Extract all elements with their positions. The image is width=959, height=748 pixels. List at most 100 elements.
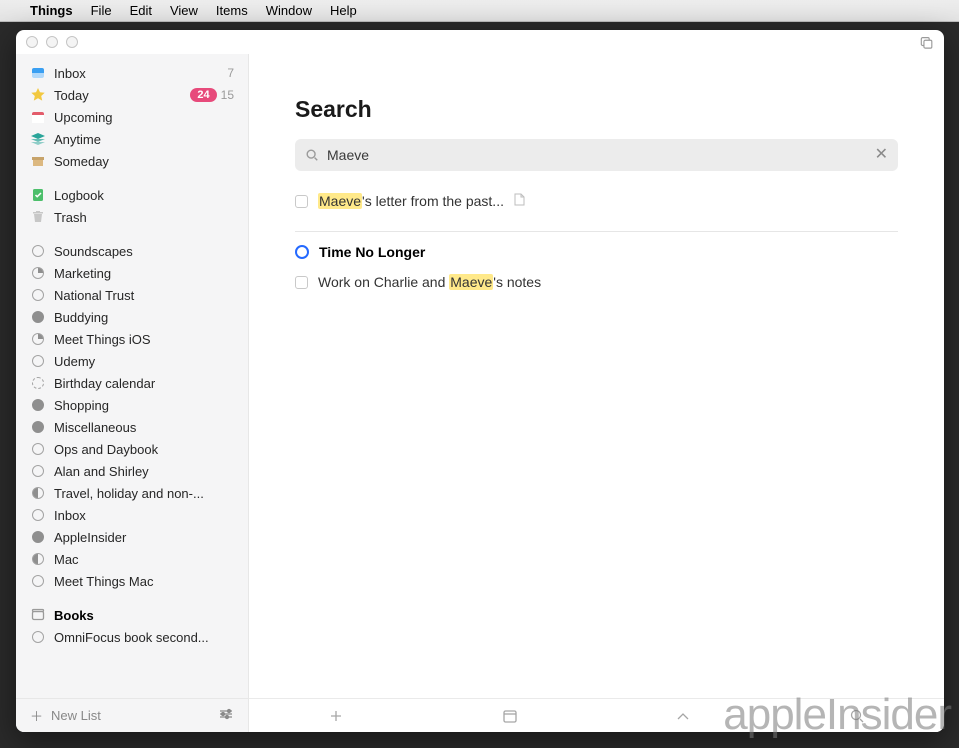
- sidebar-label: Inbox: [54, 508, 234, 523]
- menu-view[interactable]: View: [170, 3, 198, 18]
- new-todo-icon[interactable]: [328, 708, 344, 724]
- sidebar-item-project[interactable]: National Trust: [16, 284, 248, 306]
- sidebar-item-project[interactable]: Marketing: [16, 262, 248, 284]
- menu-window[interactable]: Window: [266, 3, 312, 18]
- settings-icon[interactable]: [218, 706, 234, 725]
- today-badge: 24: [190, 88, 216, 102]
- sidebar-label: Alan and Shirley: [54, 464, 234, 479]
- sidebar-label: Today: [54, 88, 182, 103]
- search-section-header[interactable]: Time No Longer: [295, 244, 898, 260]
- todo-checkbox[interactable]: [295, 195, 308, 208]
- sidebar-item-today[interactable]: Today 24 15: [16, 84, 248, 106]
- sidebar-item-trash[interactable]: Trash: [16, 206, 248, 228]
- project-progress-icon: [30, 529, 46, 545]
- calendar-footer-icon[interactable]: [502, 708, 518, 724]
- sidebar-label: AppleInsider: [54, 530, 234, 545]
- project-progress-icon: [30, 419, 46, 435]
- sidebar-label: Buddying: [54, 310, 234, 325]
- clear-search-icon[interactable]: ✕: [875, 147, 888, 163]
- sidebar-item-project[interactable]: Travel, holiday and non-...: [16, 482, 248, 504]
- titlebar: [16, 30, 944, 54]
- menubar[interactable]: Things File Edit View Items Window Help: [0, 0, 959, 22]
- project-progress-icon: [30, 463, 46, 479]
- menu-help[interactable]: Help: [330, 3, 357, 18]
- sidebar-item-project[interactable]: Miscellaneous: [16, 416, 248, 438]
- search-icon: [305, 148, 319, 162]
- project-circle-icon: [295, 245, 309, 259]
- sidebar-item-project[interactable]: Alan and Shirley: [16, 460, 248, 482]
- window-controls: [26, 36, 78, 48]
- quicksearch-icon[interactable]: [849, 708, 865, 724]
- sidebar-label: Ops and Daybook: [54, 442, 234, 457]
- main-pane: Search ✕ Maeve's letter from the past...: [249, 54, 944, 732]
- sidebar-label: Logbook: [54, 188, 234, 203]
- sidebar-item-project[interactable]: AppleInsider: [16, 526, 248, 548]
- close-button[interactable]: [26, 36, 38, 48]
- new-list-button[interactable]: ＋ New List: [30, 706, 101, 725]
- note-icon: [514, 193, 525, 209]
- sidebar-label: Shopping: [54, 398, 234, 413]
- area-label: Books: [54, 608, 94, 623]
- star-icon: [30, 87, 46, 103]
- sidebar: Inbox 7 Today 24 15: [16, 54, 249, 732]
- sidebar-label: Marketing: [54, 266, 234, 281]
- sidebar-item-project[interactable]: Birthday calendar: [16, 372, 248, 394]
- menu-app[interactable]: Things: [30, 3, 73, 18]
- sidebar-item-project[interactable]: Meet Things iOS: [16, 328, 248, 350]
- sidebar-label: Udemy: [54, 354, 234, 369]
- result-title: Maeve's letter from the past...: [318, 193, 504, 209]
- project-progress-icon: [30, 331, 46, 347]
- menu-file[interactable]: File: [91, 3, 112, 18]
- project-progress-icon: [30, 441, 46, 457]
- sidebar-label: Travel, holiday and non-...: [54, 486, 234, 501]
- plus-icon: ＋: [30, 706, 43, 725]
- sidebar-item-upcoming[interactable]: Upcoming: [16, 106, 248, 128]
- sidebar-item-project[interactable]: Buddying: [16, 306, 248, 328]
- project-progress-icon: [30, 507, 46, 523]
- area-icon: [30, 607, 46, 623]
- sidebar-label: Soundscapes: [54, 244, 234, 259]
- search-result[interactable]: Maeve's letter from the past...: [295, 189, 898, 213]
- inbox-icon: [30, 65, 46, 81]
- section-divider: [295, 231, 898, 232]
- sidebar-item-inbox[interactable]: Inbox 7: [16, 62, 248, 84]
- menu-edit[interactable]: Edit: [130, 3, 152, 18]
- sidebar-item-project[interactable]: Soundscapes: [16, 240, 248, 262]
- sidebar-item-project[interactable]: Udemy: [16, 350, 248, 372]
- minimize-button[interactable]: [46, 36, 58, 48]
- sidebar-item-project[interactable]: Ops and Daybook: [16, 438, 248, 460]
- menu-items[interactable]: Items: [216, 3, 248, 18]
- sidebar-item-logbook[interactable]: Logbook: [16, 184, 248, 206]
- sidebar-toggle-icon[interactable]: [920, 35, 934, 49]
- sidebar-item-anytime[interactable]: Anytime: [16, 128, 248, 150]
- sidebar-area-books[interactable]: Books: [16, 604, 248, 626]
- sidebar-item-project[interactable]: Inbox: [16, 504, 248, 526]
- new-list-label: New List: [51, 708, 101, 723]
- sidebar-item-someday[interactable]: Someday: [16, 150, 248, 172]
- sidebar-count: 7: [227, 66, 234, 80]
- project-progress-icon: [30, 485, 46, 501]
- project-progress-icon: [30, 397, 46, 413]
- calendar-icon: [30, 109, 46, 125]
- sidebar-label: Birthday calendar: [54, 376, 234, 391]
- logbook-icon: [30, 187, 46, 203]
- project-progress-icon: [30, 243, 46, 259]
- trash-icon: [30, 209, 46, 225]
- search-field[interactable]: ✕: [295, 139, 898, 171]
- project-progress-icon: [30, 265, 46, 281]
- search-result[interactable]: Work on Charlie and Maeve's notes: [295, 270, 898, 294]
- project-progress-icon: [30, 287, 46, 303]
- sidebar-count: 15: [221, 88, 234, 102]
- project-progress-icon: [30, 375, 46, 391]
- move-icon[interactable]: [675, 708, 691, 724]
- zoom-button[interactable]: [66, 36, 78, 48]
- search-input[interactable]: [327, 147, 867, 163]
- sidebar-label: Anytime: [54, 132, 234, 147]
- sidebar-item-project[interactable]: Meet Things Mac: [16, 570, 248, 592]
- todo-checkbox[interactable]: [295, 276, 308, 289]
- sidebar-item-project[interactable]: Shopping: [16, 394, 248, 416]
- sidebar-item-project[interactable]: Mac: [16, 548, 248, 570]
- project-progress-icon: [30, 629, 46, 645]
- sidebar-label: Miscellaneous: [54, 420, 234, 435]
- sidebar-item-project[interactable]: OmniFocus book second...: [16, 626, 248, 648]
